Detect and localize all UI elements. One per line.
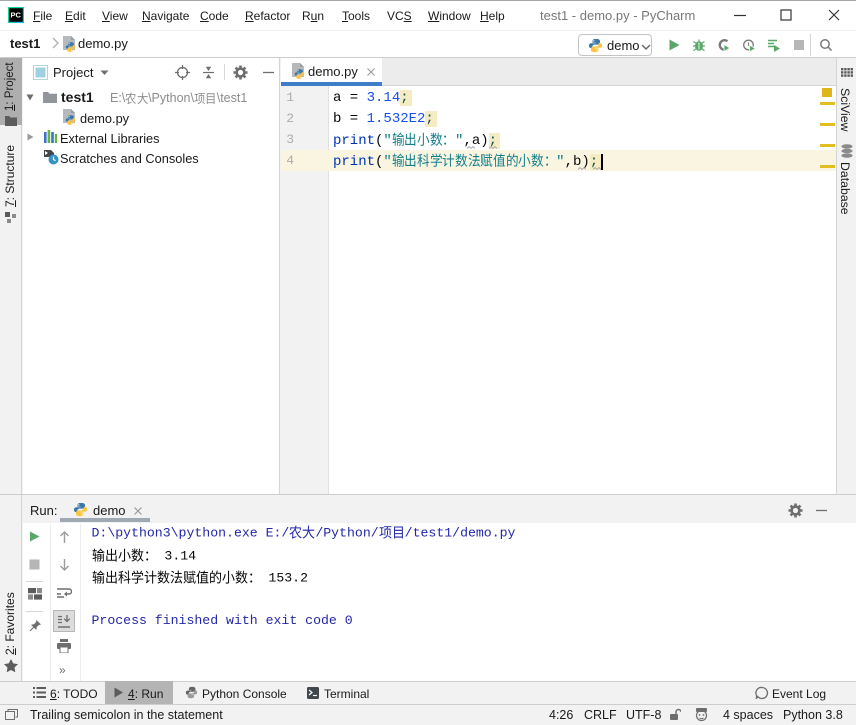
svg-text:PC: PC [10,11,21,20]
